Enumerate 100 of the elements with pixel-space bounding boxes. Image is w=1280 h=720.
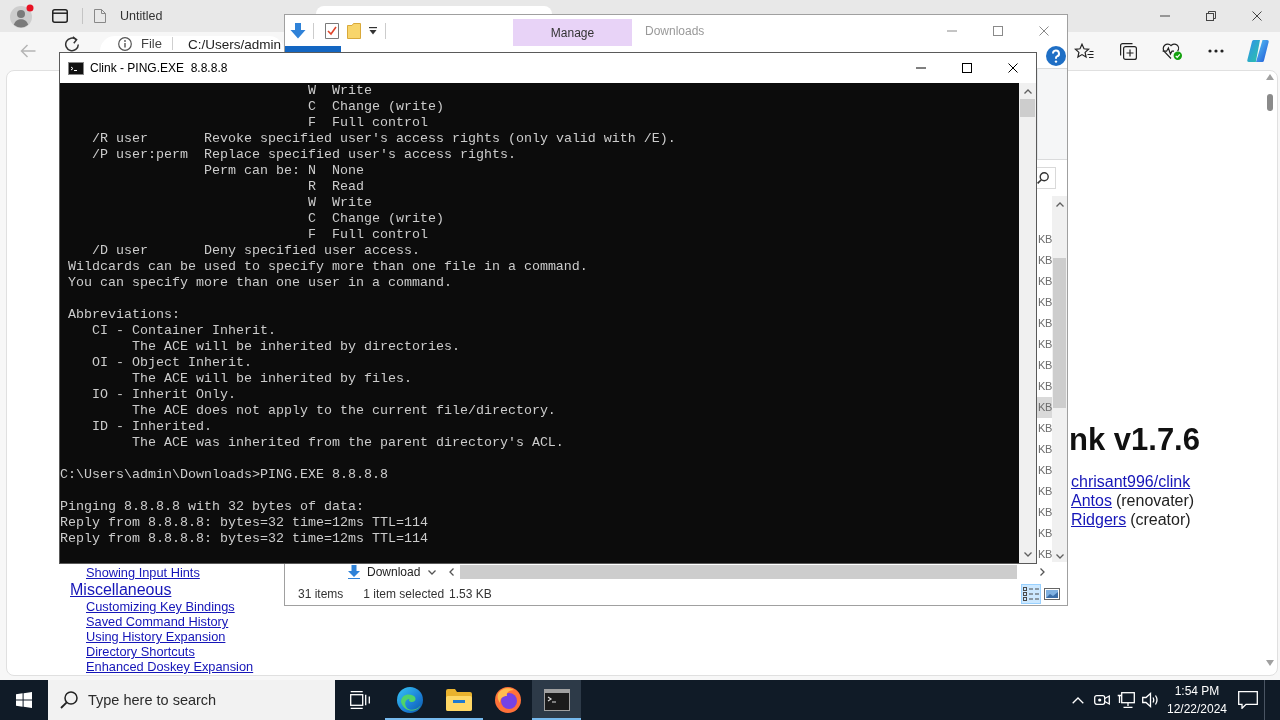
profile-avatar-icon[interactable] bbox=[10, 4, 34, 28]
topic-link[interactable]: Saved Command History bbox=[86, 614, 229, 629]
section-link[interactable]: Miscellaneous bbox=[70, 581, 172, 598]
checklist-icon[interactable] bbox=[325, 22, 339, 39]
maximize-icon[interactable] bbox=[962, 63, 972, 73]
browser-tab[interactable]: Untitled bbox=[94, 9, 163, 23]
speaker-icon[interactable] bbox=[1141, 692, 1159, 708]
heart-pulse-icon[interactable] bbox=[1162, 42, 1182, 60]
console-line: The ACE does not apply to the current file/directory. bbox=[131, 403, 556, 418]
site-info-button[interactable]: File bbox=[118, 37, 162, 51]
file-size-cell[interactable]: KB bbox=[1037, 502, 1052, 523]
console-line: /D user Deny specified user access. bbox=[92, 243, 420, 258]
topic-link[interactable]: Showing Input Hints bbox=[86, 565, 200, 580]
console-line: C:\Users\admin\Downloads>PING.EXE 8.8.8.8 bbox=[60, 467, 388, 482]
credit-link[interactable]: Antos bbox=[1071, 492, 1112, 509]
scroll-down-icon[interactable] bbox=[1265, 660, 1274, 666]
chevron-up-icon[interactable] bbox=[1072, 696, 1084, 704]
file-size-cell[interactable]: KB bbox=[1037, 250, 1052, 271]
large-icons-view-icon bbox=[1044, 587, 1060, 600]
scroll-up-icon[interactable] bbox=[1023, 89, 1032, 94]
console-line: Reply from 8.8.8.8: bytes=32 time=12ms TTL=114 bbox=[60, 515, 428, 530]
collections-icon[interactable] bbox=[1118, 41, 1138, 61]
caret-icon[interactable] bbox=[369, 26, 377, 35]
credit-link[interactable]: chrisant996/clink bbox=[1071, 473, 1191, 490]
clock-date: 12/22/2024 bbox=[1166, 701, 1228, 718]
page-icon bbox=[94, 9, 106, 23]
favorites-icon[interactable] bbox=[1074, 43, 1094, 59]
console-line: Perm can be: N None bbox=[203, 163, 364, 178]
file-size-cell[interactable]: KB bbox=[1037, 460, 1052, 481]
help-icon[interactable] bbox=[1046, 46, 1066, 66]
console-line: F Full control bbox=[307, 115, 428, 130]
credit-note: (creator) bbox=[1130, 511, 1191, 528]
scroll-right-icon[interactable] bbox=[1039, 568, 1045, 576]
file-size-cell[interactable]: KB bbox=[1037, 292, 1052, 313]
selection-count: 1 item selected bbox=[363, 586, 445, 601]
scroll-left-icon[interactable] bbox=[449, 568, 454, 576]
file-size-cell[interactable]: KB bbox=[1037, 481, 1052, 502]
console-line: C Change (write) bbox=[307, 211, 444, 226]
network-icon[interactable] bbox=[1117, 692, 1135, 708]
scrollbar-thumb[interactable] bbox=[1020, 99, 1035, 117]
credit-link[interactable]: Ridgers bbox=[1071, 511, 1127, 528]
address-field[interactable]: File C:/Users/admin bbox=[100, 36, 284, 52]
download-arrow-icon[interactable] bbox=[290, 22, 306, 39]
console-line: Reply from 8.8.8.8: bytes=32 time=12ms TTL=114 bbox=[60, 531, 428, 546]
console-line: The ACE will be inherited by files. bbox=[131, 371, 412, 386]
file-size-cell[interactable]: KB bbox=[1037, 334, 1052, 355]
topic-link[interactable]: Enhanced Doskey Expansion bbox=[86, 659, 254, 674]
console-line: Abbreviations: bbox=[68, 307, 180, 322]
swirl-logo-icon bbox=[396, 687, 423, 713]
console-line: The ACE will be inherited by directories. bbox=[131, 339, 460, 354]
refresh-icon[interactable] bbox=[64, 36, 80, 52]
restore-icon[interactable] bbox=[1206, 11, 1216, 21]
console-line: W Write bbox=[307, 83, 372, 98]
close-icon[interactable] bbox=[1008, 63, 1018, 73]
search-icon bbox=[1037, 172, 1049, 184]
file-size-cell[interactable]: KB bbox=[1037, 376, 1052, 397]
search-field[interactable]: Type here to search bbox=[48, 680, 335, 720]
file-size-cell[interactable]: KB bbox=[1037, 271, 1052, 292]
scroll-down-icon[interactable] bbox=[1023, 552, 1032, 557]
console-line: /P user:perm Replace specified user's access rights. bbox=[92, 147, 516, 162]
close-icon[interactable] bbox=[1252, 11, 1262, 21]
console-line: W Write bbox=[307, 195, 372, 210]
selection-size: 1.53 KB bbox=[449, 586, 492, 601]
scroll-up-icon[interactable] bbox=[1055, 202, 1064, 207]
logo-icon[interactable] bbox=[1247, 40, 1269, 62]
file-size-cell[interactable]: KB bbox=[1037, 313, 1052, 334]
taskbar-button[interactable] bbox=[532, 680, 581, 720]
clock-time: 1:54 PM bbox=[1174, 683, 1220, 700]
details-view-button[interactable] bbox=[1021, 583, 1041, 604]
context-tab[interactable]: Manage bbox=[513, 19, 632, 46]
scrollbar-thumb[interactable] bbox=[1266, 94, 1273, 111]
file-size-cell[interactable]: KB bbox=[1037, 355, 1052, 376]
windows-logo-icon[interactable] bbox=[16, 692, 32, 708]
item-count: 31 items bbox=[298, 586, 344, 601]
scrollbar-thumb[interactable] bbox=[460, 565, 1017, 579]
file-size-cell[interactable]: KB bbox=[1037, 544, 1052, 562]
more-icon[interactable] bbox=[1208, 49, 1224, 53]
scroll-down-icon[interactable] bbox=[1055, 554, 1064, 559]
file-size-cell[interactable]: KB bbox=[1037, 229, 1052, 250]
file-size-cell[interactable]: KB bbox=[1037, 523, 1052, 544]
scrollbar-thumb[interactable] bbox=[1053, 258, 1066, 408]
nav-item[interactable]: Download bbox=[347, 565, 421, 579]
search-icon bbox=[60, 691, 78, 709]
topic-link[interactable]: Using History Expansion bbox=[86, 629, 226, 644]
window-title: Downloads bbox=[645, 23, 705, 38]
topic-link[interactable]: Directory Shortcuts bbox=[86, 644, 195, 659]
file-size-cell[interactable]: KB bbox=[1037, 439, 1052, 460]
terminal-icon bbox=[543, 689, 570, 711]
topic-link[interactable]: Customizing Key Bindings bbox=[86, 599, 235, 614]
console-line: Wildcards can be used to specify more than one file in a command. bbox=[68, 259, 588, 274]
file-size-cell[interactable]: KB bbox=[1037, 397, 1052, 418]
scroll-up-icon[interactable] bbox=[1265, 74, 1274, 80]
chevron-down-icon[interactable] bbox=[428, 569, 436, 575]
camera-icon[interactable] bbox=[1094, 692, 1110, 708]
page-heading: nk v1.7.6 bbox=[1069, 422, 1201, 458]
notification-icon[interactable] bbox=[1238, 691, 1258, 709]
file-size-cell[interactable]: KB bbox=[1037, 418, 1052, 439]
tab-actions-icon[interactable] bbox=[52, 9, 68, 23]
details-view-icon bbox=[1023, 586, 1039, 601]
task-view-icon[interactable] bbox=[350, 691, 370, 709]
